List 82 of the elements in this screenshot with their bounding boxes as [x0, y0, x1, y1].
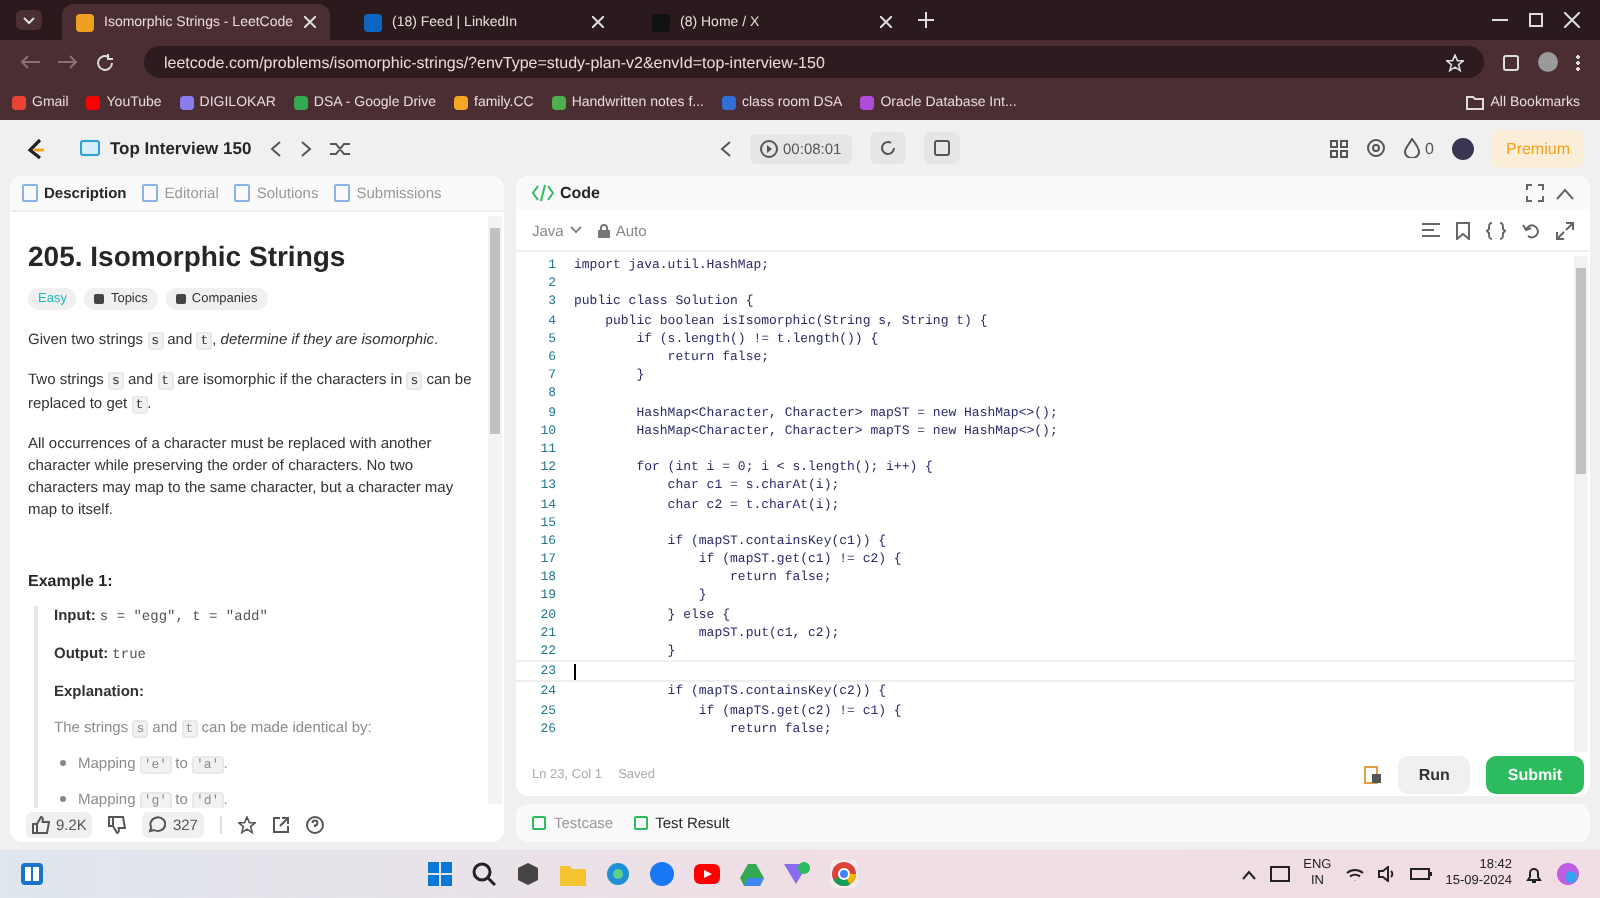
- tab-icon: [633, 816, 648, 830]
- widgets-icon[interactable]: [20, 862, 44, 886]
- example-heading: Example 1:: [28, 572, 115, 590]
- caret-icon: [569, 226, 582, 234]
- text-cursor: [574, 663, 576, 680]
- speaker-icon[interactable]: [1377, 866, 1396, 882]
- tablet-icon[interactable]: [1269, 866, 1290, 882]
- cube-icon[interactable]: [515, 862, 540, 886]
- scrollbar[interactable]: [1574, 256, 1588, 752]
- tag-icon: [175, 294, 186, 304]
- address-field[interactable]: leetcode.com/problems/isomorphic-strings/?envType=study-plan-v2&envId=top-interview-150: [144, 46, 1484, 78]
- shuffle-icon[interactable]: [329, 139, 350, 157]
- next-icon[interactable]: [299, 139, 312, 157]
- layout-icon[interactable]: [1329, 139, 1348, 157]
- extensions-icon[interactable]: [1502, 53, 1520, 71]
- back-icon[interactable]: [20, 54, 40, 70]
- video-icon[interactable]: [693, 864, 720, 884]
- wifi-icon[interactable]: [1345, 867, 1364, 881]
- bookmark-icon[interactable]: [1456, 221, 1470, 239]
- start-icon[interactable]: [427, 862, 452, 886]
- flame-icon: [1403, 138, 1420, 158]
- note-icon[interactable]: [923, 132, 960, 164]
- tab-icon: [22, 184, 38, 202]
- scrollbar[interactable]: [488, 216, 502, 804]
- tab-icon: [142, 184, 159, 202]
- code-panel-title: Code: [560, 184, 600, 202]
- format-icon[interactable]: [1422, 222, 1440, 238]
- clipboard-icon[interactable]: [1362, 764, 1383, 784]
- thumbs-down-icon[interactable]: [108, 816, 127, 834]
- close-icon[interactable]: [880, 16, 892, 28]
- share-icon[interactable]: [271, 816, 290, 834]
- streak-count: 0: [1425, 139, 1434, 157]
- study-plan-link[interactable]: Top Interview 150: [80, 138, 252, 158]
- help-icon[interactable]: [305, 816, 324, 834]
- close-icon[interactable]: [304, 16, 316, 28]
- drive-icon[interactable]: [739, 863, 764, 885]
- streak-counter[interactable]: 0: [1403, 138, 1434, 158]
- close-icon[interactable]: [1564, 12, 1580, 28]
- close-icon[interactable]: [592, 16, 604, 28]
- leetcode-logo-icon[interactable]: [24, 136, 46, 160]
- browser-icon[interactable]: [605, 862, 630, 886]
- run-button[interactable]: Run: [1398, 755, 1470, 793]
- search-icon[interactable]: [471, 862, 496, 886]
- fullscreen-icon[interactable]: [1526, 184, 1544, 202]
- app-icon[interactable]: [783, 862, 810, 886]
- collapse-icon[interactable]: [719, 139, 732, 157]
- bullet-icon: [60, 796, 66, 802]
- undo-icon[interactable]: [1522, 221, 1540, 239]
- code-icon: [532, 184, 554, 202]
- tab-icon: [334, 184, 351, 202]
- new-tab-icon[interactable]: [918, 12, 934, 28]
- thumbs-up-icon: [32, 816, 50, 834]
- tab-icon: [532, 816, 546, 830]
- braces-icon[interactable]: [1486, 221, 1506, 239]
- restore-icon[interactable]: [1528, 12, 1544, 28]
- chrome-icon[interactable]: [829, 860, 858, 888]
- reset-icon[interactable]: [869, 132, 906, 164]
- user-avatar[interactable]: [1451, 137, 1474, 159]
- chevron-up-icon[interactable]: [1241, 869, 1256, 879]
- play-icon: [759, 139, 778, 157]
- comment-icon: [148, 816, 167, 834]
- reload-icon[interactable]: [96, 53, 114, 71]
- plan-icon: [80, 140, 100, 156]
- collapse-icon[interactable]: [1556, 187, 1574, 199]
- study-plan-title: Top Interview 150: [110, 138, 252, 158]
- bullet-icon: [60, 760, 66, 766]
- tab-icon: [234, 184, 251, 202]
- forward-icon[interactable]: [58, 54, 78, 70]
- battery-icon[interactable]: [1409, 868, 1432, 880]
- profile-avatar[interactable]: [1538, 52, 1558, 72]
- lock-icon: [597, 223, 610, 237]
- star-icon[interactable]: [237, 816, 256, 834]
- expand-icon[interactable]: [1556, 221, 1574, 239]
- problem-title: 205. Isomorphic Strings: [28, 240, 348, 272]
- previous-icon[interactable]: [269, 139, 282, 157]
- tab-search-icon[interactable]: [16, 10, 42, 30]
- copilot-icon[interactable]: [1556, 862, 1580, 886]
- settings-icon[interactable]: [1365, 138, 1386, 158]
- tag-icon: [94, 294, 105, 304]
- facebook-icon[interactable]: [649, 862, 674, 886]
- folder-icon: [1466, 95, 1485, 109]
- bell-icon[interactable]: [1526, 865, 1542, 883]
